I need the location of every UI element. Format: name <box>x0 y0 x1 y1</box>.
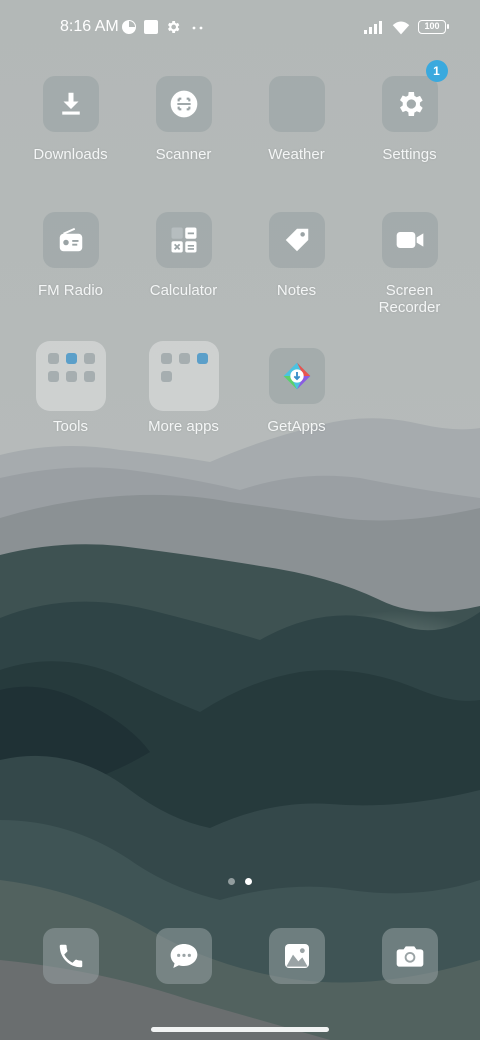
battery-icon: 100 <box>418 20 449 34</box>
phone-icon <box>59 944 83 968</box>
app-fm-radio[interactable]: FM Radio <box>14 212 127 299</box>
app-settings[interactable]: 1 Settings <box>353 60 466 163</box>
camera-icon <box>396 946 424 967</box>
app-weather[interactable]: Weather <box>240 76 353 163</box>
app-label: Tools <box>52 418 89 435</box>
status-time: 8:16 AM <box>60 18 119 35</box>
radio-icon <box>42 212 99 268</box>
gear-icon: 1 <box>381 60 448 132</box>
getapps-icon <box>268 348 325 404</box>
gallery-icon <box>285 944 309 968</box>
folder-icon <box>148 341 219 411</box>
data-saver-icon <box>122 20 136 34</box>
wifi-icon <box>392 21 410 35</box>
facebook-icon <box>178 353 190 364</box>
app-calculator[interactable]: Calculator <box>127 212 240 299</box>
status-bar: 8:16 AM 100 <box>0 0 480 56</box>
app-label: Settings <box>382 146 437 163</box>
app-label: FM Radio <box>37 282 104 299</box>
dock-gallery-button[interactable] <box>269 928 325 984</box>
page-dot-1[interactable] <box>228 878 235 885</box>
app-notes[interactable]: Notes <box>240 212 353 299</box>
download-icon <box>42 76 99 132</box>
dock-messages-button[interactable] <box>156 928 212 984</box>
app-label: More apps <box>148 418 219 435</box>
page-indicator <box>0 878 480 886</box>
mic-icon <box>47 353 59 364</box>
chat-bubble-icon <box>170 944 198 968</box>
scanner-icon <box>155 76 212 132</box>
home-gesture-bar[interactable] <box>151 1027 329 1032</box>
app-mini-icon <box>83 371 95 382</box>
app-label: Screen Recorder <box>378 282 441 316</box>
dock-phone-button[interactable] <box>43 928 99 984</box>
app-label: Downloads <box>33 146 108 163</box>
app-mini-icon <box>196 353 208 364</box>
app-label: Scanner <box>155 146 212 163</box>
app-scanner[interactable]: Scanner <box>127 76 240 163</box>
app-label: GetApps <box>267 418 326 435</box>
folder-tools[interactable]: Tools <box>14 341 127 435</box>
square-notification-icon <box>144 20 158 34</box>
folder-more-apps[interactable]: More apps <box>127 341 240 435</box>
gear-icon <box>168 21 180 33</box>
app-downloads[interactable]: Downloads <box>14 76 127 163</box>
app-label: Notes <box>276 282 317 299</box>
calculator-icon <box>155 212 212 268</box>
dock-camera-button[interactable] <box>382 928 438 984</box>
compass-icon <box>83 353 95 364</box>
app-mini-icon <box>47 371 59 382</box>
app-getapps[interactable]: GetApps <box>240 348 353 435</box>
notification-badge: 1 <box>425 60 448 82</box>
folder-icon <box>35 341 106 411</box>
signal-icon <box>364 21 382 34</box>
app-mini-icon <box>65 353 77 364</box>
app-mini-icon <box>160 353 172 364</box>
file-icon <box>65 371 77 382</box>
app-label: Weather <box>268 146 325 163</box>
page-dot-2[interactable] <box>245 878 252 885</box>
app-label: Calculator <box>149 282 218 299</box>
tag-icon <box>268 212 325 268</box>
linkedin-icon <box>160 371 172 382</box>
app-screen-recorder[interactable]: Screen Recorder <box>353 212 466 316</box>
weather-icon <box>268 76 325 132</box>
more-dots-icon <box>192 26 203 30</box>
video-camera-icon <box>381 212 438 268</box>
